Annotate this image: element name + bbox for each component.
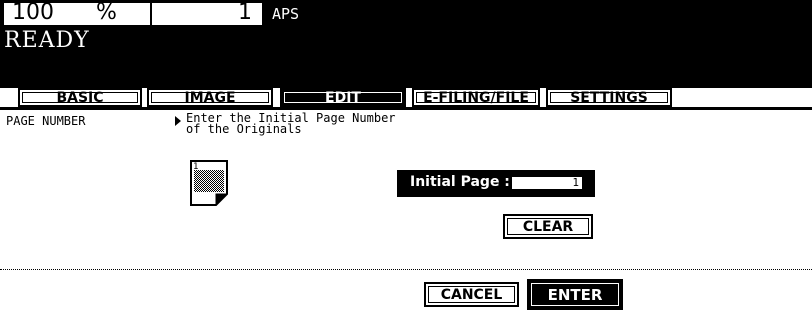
page-icon-number: 1	[193, 162, 198, 172]
cancel-button[interactable]: CANCEL	[424, 282, 519, 307]
tab-basic[interactable]: BASIC	[18, 88, 142, 107]
initial-page-input[interactable]: 1	[512, 177, 582, 189]
enter-button[interactable]: ENTER	[527, 279, 623, 310]
machine-status: READY	[4, 28, 90, 53]
initial-page-label: Initial Page :	[410, 174, 510, 190]
instruction-text: Enter the Initial Page Number of the Ori…	[186, 111, 396, 136]
copies-count: 1	[238, 0, 252, 25]
section-title: PAGE NUMBER	[6, 114, 86, 128]
page-document-icon: 1	[190, 160, 228, 206]
status-header: 100 % 1 APS READY	[0, 0, 812, 88]
instruction-arrow-icon	[175, 116, 181, 126]
clear-button[interactable]: CLEAR	[503, 214, 593, 239]
zoom-value: 100	[12, 0, 54, 25]
bottom-divider	[0, 269, 812, 270]
paper-mode: APS	[272, 5, 300, 23]
tab-efiling-file[interactable]: E-FILING/FILE	[412, 88, 540, 107]
copies-display: 1	[152, 0, 262, 25]
tab-edit[interactable]: EDIT	[280, 88, 406, 107]
zoom-unit: %	[96, 0, 117, 25]
zoom-display: 100 %	[4, 0, 150, 25]
initial-page-field: Initial Page : 1	[397, 170, 595, 197]
tab-divider	[0, 107, 812, 110]
tab-image[interactable]: IMAGE	[147, 88, 273, 107]
tab-settings[interactable]: SETTINGS	[546, 88, 672, 107]
